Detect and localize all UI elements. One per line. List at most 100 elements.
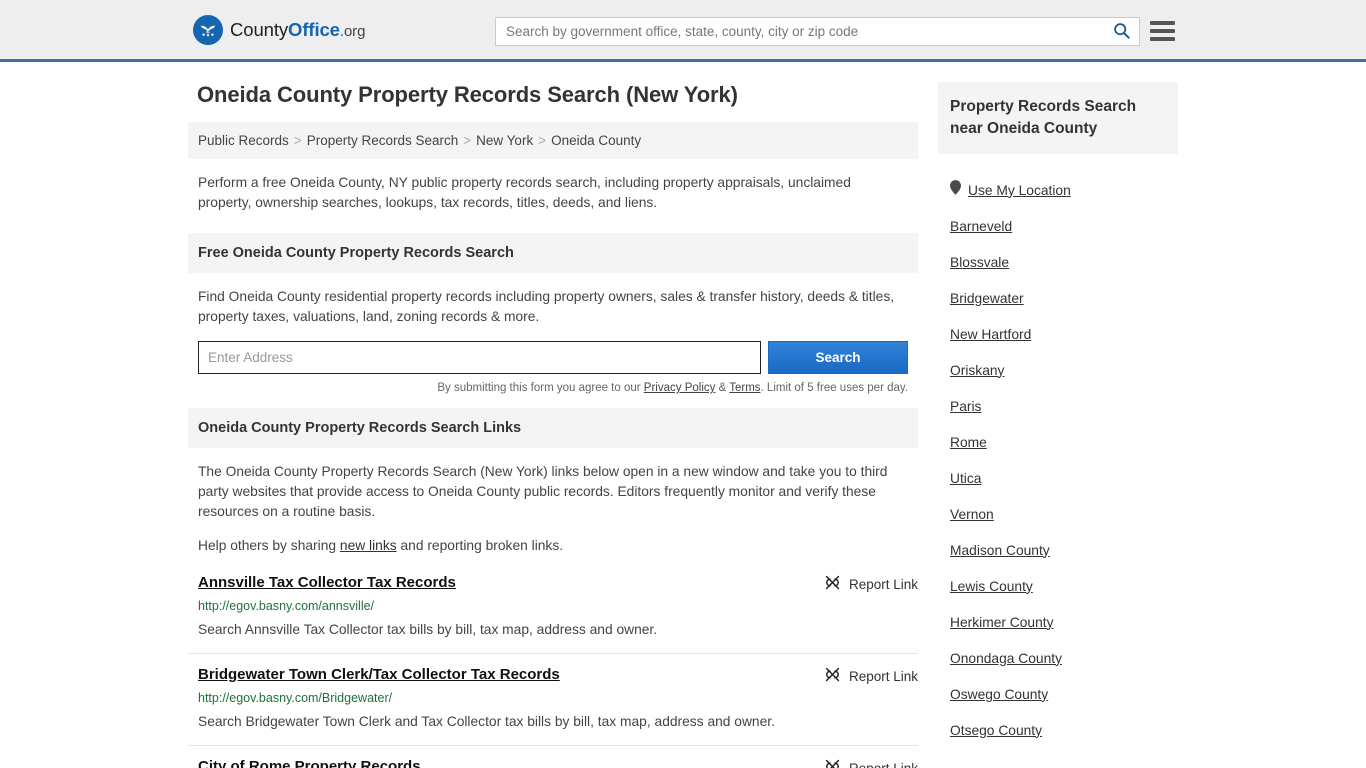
- sidebar-item-label[interactable]: Use My Location: [968, 183, 1071, 198]
- sidebar-item-oswego-county[interactable]: Oswego County: [938, 676, 1178, 712]
- address-input[interactable]: [198, 341, 761, 374]
- legal-suffix: . Limit of 5 free uses per day.: [760, 382, 908, 394]
- free-search-description: Find Oneida County residential property …: [198, 289, 895, 324]
- breadcrumb-item-oneida-county[interactable]: Oneida County: [551, 133, 641, 148]
- legal-prefix: By submitting this form you agree to our: [437, 382, 644, 394]
- sidebar-item-label[interactable]: Oriskany: [950, 363, 1004, 378]
- result-title-link[interactable]: City of Rome Property Records: [198, 758, 421, 768]
- sidebar-item-vernon[interactable]: Vernon: [938, 496, 1178, 532]
- sidebar-item-label[interactable]: Herkimer County: [950, 615, 1054, 630]
- links-section-body: The Oneida County Property Records Searc…: [188, 448, 918, 556]
- form-legal-text: By submitting this form you agree to our…: [188, 374, 918, 394]
- sidebar-item-herkimer-county[interactable]: Herkimer County: [938, 604, 1178, 640]
- sidebar-item-label[interactable]: Blossvale: [950, 255, 1009, 270]
- report-link-label: Report Link: [848, 668, 918, 684]
- result-url: http://egov.basny.com/annsville/: [198, 599, 375, 613]
- sidebar-item-use-my-location[interactable]: Use My Location: [938, 172, 1178, 208]
- result-description: Search Bridgewater Town Clerk and Tax Co…: [198, 714, 775, 729]
- page-title: Oneida County Property Records Search (N…: [197, 82, 738, 107]
- result-description: Search Annsville Tax Collector tax bills…: [198, 622, 658, 637]
- sidebar-item-new-hartford[interactable]: New Hartford: [938, 316, 1178, 352]
- sidebar-item-label[interactable]: Rome: [950, 435, 987, 450]
- breadcrumb-item-property-records-search[interactable]: Property Records Search: [307, 133, 459, 148]
- sidebar-item-label[interactable]: New Hartford: [950, 327, 1031, 342]
- help-prefix: Help others by sharing: [198, 538, 340, 553]
- sidebar-item-label[interactable]: Barneveld: [950, 219, 1012, 234]
- sidebar-item-otsego-county[interactable]: Otsego County: [938, 712, 1178, 748]
- hamburger-menu-icon[interactable]: [1150, 19, 1175, 43]
- search-results-list: Annsville Tax Collector Tax Records Repo…: [188, 570, 918, 768]
- header-search-box: [495, 17, 1140, 46]
- result-url: http://egov.basny.com/Bridgewater/: [198, 691, 393, 705]
- result-item: Annsville Tax Collector Tax Records Repo…: [188, 570, 918, 653]
- logo-text-county: County: [230, 18, 289, 40]
- privacy-policy-link[interactable]: Privacy Policy: [644, 382, 716, 394]
- report-link-button[interactable]: Report Link: [824, 758, 918, 768]
- breadcrumb-item-public-records[interactable]: Public Records: [198, 133, 289, 148]
- free-search-heading: Free Oneida County Property Records Sear…: [188, 233, 918, 273]
- report-link-label: Report Link: [848, 760, 918, 768]
- sidebar-item-lewis-county[interactable]: Lewis County: [938, 568, 1178, 604]
- eagle-shield-icon: [193, 14, 223, 45]
- broken-link-icon: [824, 574, 841, 594]
- sidebar-item-label[interactable]: Utica: [950, 471, 981, 486]
- page-intro-text: Perform a free Oneida County, NY public …: [198, 175, 851, 210]
- sidebar-item-label[interactable]: Onondaga County: [950, 651, 1062, 666]
- new-links-link[interactable]: new links: [340, 538, 397, 553]
- links-section-help: Help others by sharing new links and rep…: [198, 536, 908, 556]
- report-link-button[interactable]: Report Link: [824, 574, 918, 594]
- free-search-body: Find Oneida County residential property …: [188, 273, 918, 327]
- result-title-link[interactable]: Bridgewater Town Clerk/Tax Collector Tax…: [198, 666, 560, 683]
- logo-wordmark: CountyOffice.org: [230, 19, 365, 41]
- search-submit-button[interactable]: [1103, 18, 1139, 45]
- sidebar-links-list: Use My Location Barneveld Blossvale Brid…: [938, 154, 1178, 748]
- sidebar-item-barneveld[interactable]: Barneveld: [938, 208, 1178, 244]
- map-pin-icon: [950, 180, 961, 200]
- address-search-form: Search: [188, 341, 918, 374]
- sidebar-item-rome[interactable]: Rome: [938, 424, 1178, 460]
- page-body: Oneida County Property Records Search (N…: [0, 62, 1366, 768]
- sidebar-item-label[interactable]: Vernon: [950, 507, 994, 522]
- report-link-label: Report Link: [848, 576, 918, 592]
- logo-text-org: .org: [339, 22, 366, 40]
- sidebar-item-paris[interactable]: Paris: [938, 388, 1178, 424]
- breadcrumb-separator: >: [538, 133, 547, 148]
- address-search-button[interactable]: Search: [768, 341, 908, 374]
- site-header: CountyOffice.org: [0, 0, 1366, 62]
- sidebar-item-utica[interactable]: Utica: [938, 460, 1178, 496]
- search-input[interactable]: [496, 18, 1103, 45]
- search-icon: [1113, 22, 1130, 42]
- sidebar-item-label[interactable]: Paris: [950, 399, 981, 414]
- sidebar-item-label[interactable]: Otsego County: [950, 723, 1042, 738]
- result-item: City of Rome Property Records Report Lin…: [188, 745, 918, 768]
- sidebar-heading: Property Records Search near Oneida Coun…: [938, 82, 1178, 154]
- breadcrumb-separator: >: [463, 133, 472, 148]
- sidebar-item-label[interactable]: Lewis County: [950, 579, 1033, 594]
- site-logo[interactable]: CountyOffice.org: [193, 14, 365, 45]
- links-section-paragraph: The Oneida County Property Records Searc…: [198, 464, 888, 519]
- hamburger-bar-3: [1150, 37, 1175, 41]
- broken-link-icon: [824, 666, 841, 686]
- sidebar-item-blossvale[interactable]: Blossvale: [938, 244, 1178, 280]
- result-title-link[interactable]: Annsville Tax Collector Tax Records: [198, 574, 456, 591]
- sidebar-item-onondaga-county[interactable]: Onondaga County: [938, 640, 1178, 676]
- sidebar-item-bridgewater[interactable]: Bridgewater: [938, 280, 1178, 316]
- result-item: Bridgewater Town Clerk/Tax Collector Tax…: [188, 653, 918, 745]
- hamburger-bar-2: [1150, 29, 1175, 33]
- sidebar-item-label[interactable]: Bridgewater: [950, 291, 1024, 306]
- broken-link-icon: [824, 758, 841, 768]
- sidebar: Property Records Search near Oneida Coun…: [938, 82, 1178, 748]
- help-suffix: and reporting broken links.: [396, 538, 564, 553]
- sidebar-item-oriskany[interactable]: Oriskany: [938, 352, 1178, 388]
- sidebar-item-label[interactable]: Oswego County: [950, 687, 1048, 702]
- breadcrumb-separator: >: [293, 133, 302, 148]
- links-section-heading: Oneida County Property Records Search Li…: [188, 408, 918, 448]
- terms-link[interactable]: Terms: [729, 382, 760, 394]
- sidebar-item-label[interactable]: Madison County: [950, 543, 1050, 558]
- report-link-button[interactable]: Report Link: [824, 666, 918, 686]
- main-column: Oneida County Property Records Search (N…: [188, 82, 918, 768]
- sidebar-item-madison-county[interactable]: Madison County: [938, 532, 1178, 568]
- hamburger-bar-1: [1150, 21, 1175, 25]
- breadcrumb-item-new-york[interactable]: New York: [476, 133, 533, 148]
- legal-amp: &: [715, 382, 730, 394]
